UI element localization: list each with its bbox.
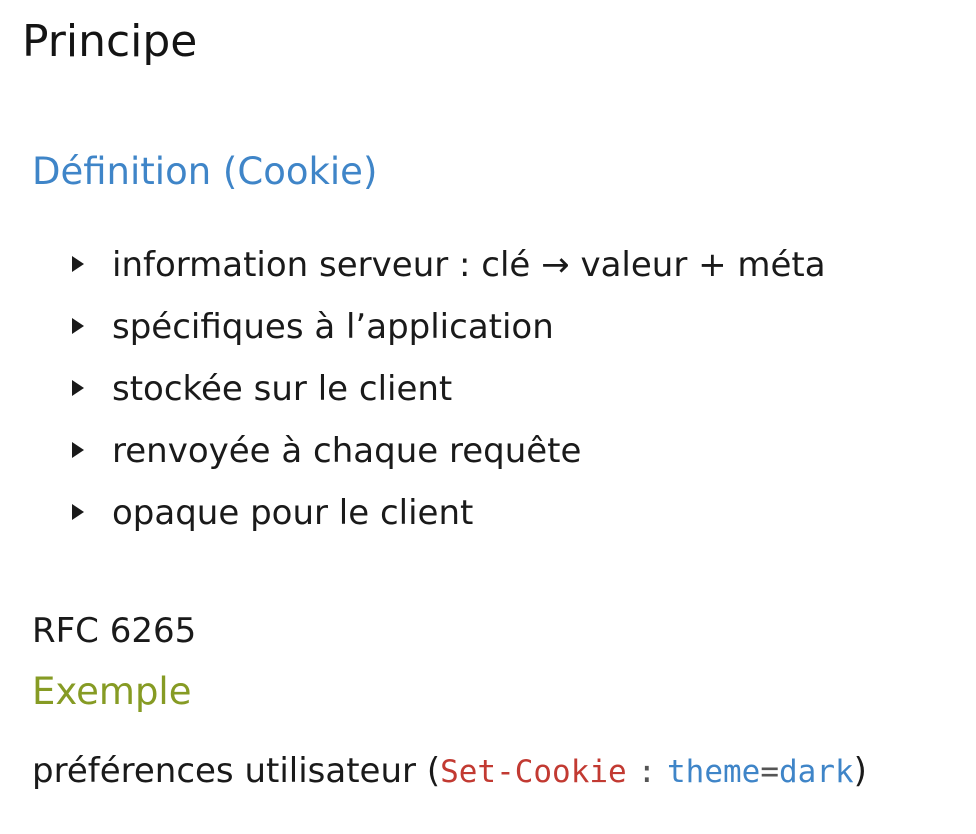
- list-item-text: information serveur : clé → valeur + mét…: [112, 245, 826, 285]
- cookie-value: dark: [779, 754, 854, 790]
- example-text: préférences utilisateur: [32, 751, 416, 791]
- bullet-triangle-icon: [72, 256, 84, 272]
- list-item: spécifiques à l’application: [72, 300, 826, 362]
- list-item-text: spécifiques à l’application: [112, 307, 554, 347]
- close-paren: ): [853, 751, 867, 791]
- bullet-triangle-icon: [72, 504, 84, 520]
- list-item: opaque pour le client: [72, 486, 826, 548]
- bullet-triangle-icon: [72, 442, 84, 458]
- list-item: renvoyée à chaque requête: [72, 424, 826, 486]
- bullet-triangle-icon: [72, 380, 84, 396]
- list-item-text: opaque pour le client: [112, 493, 474, 533]
- list-item: stockée sur le client: [72, 362, 826, 424]
- example-title: Exemple: [32, 670, 192, 713]
- list-item-text: stockée sur le client: [112, 369, 453, 409]
- example-line: préférences utilisateur (Set-Cookie : th…: [32, 744, 867, 799]
- open-paren: (: [426, 751, 441, 791]
- bullet-triangle-icon: [72, 318, 84, 334]
- cookie-key: theme: [667, 754, 761, 790]
- definition-list: information serveur : clé → valeur + mét…: [72, 238, 826, 548]
- header-separator: :: [637, 754, 657, 790]
- slide: Principe Définition (Cookie) information…: [0, 0, 976, 834]
- header-name: Set-Cookie: [440, 754, 627, 790]
- definition-title: Définition (Cookie): [32, 150, 378, 193]
- list-item: information serveur : clé → valeur + mét…: [72, 238, 826, 300]
- rfc-reference: RFC 6265: [32, 611, 197, 651]
- frame-title: Principe: [22, 16, 198, 67]
- list-item-text: renvoyée à chaque requête: [112, 431, 582, 471]
- cookie-equals: =: [760, 754, 780, 790]
